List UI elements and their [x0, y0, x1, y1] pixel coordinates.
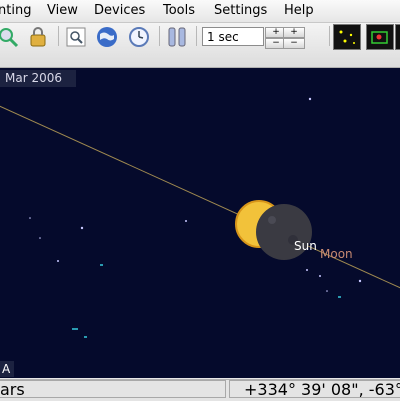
- stars-toggle-icon[interactable]: [333, 24, 361, 50]
- menu-help[interactable]: Help: [284, 3, 314, 18]
- timestep-field[interactable]: 1 sec: [202, 27, 264, 46]
- deep-sky-object: [84, 336, 87, 338]
- date-label: Mar 2006: [0, 70, 76, 87]
- find-object-icon[interactable]: [64, 25, 88, 49]
- star: [358, 279, 362, 283]
- toolbar-separator: [58, 26, 59, 46]
- star: [80, 226, 84, 230]
- globe-icon[interactable]: [95, 25, 119, 49]
- star: [319, 275, 321, 277]
- star: [57, 260, 59, 262]
- units-increase-button[interactable]: +: [283, 27, 305, 38]
- status-coordinates: +334° 39' 08", -63° 35: [229, 380, 400, 398]
- next-toolbar-icon[interactable]: [395, 24, 400, 50]
- menu-view[interactable]: View: [47, 3, 78, 18]
- moon-label: Moon: [320, 247, 353, 261]
- deep-sky-toggle-icon[interactable]: [366, 24, 394, 50]
- pause-icon[interactable]: [165, 25, 189, 49]
- star: [29, 217, 31, 219]
- menu-devices[interactable]: Devices: [94, 3, 145, 18]
- menu-tools[interactable]: Tools: [163, 3, 195, 18]
- star: [39, 237, 41, 239]
- lock-icon[interactable]: [26, 25, 50, 49]
- deep-sky-object: [72, 328, 78, 330]
- menu-pointing[interactable]: nting: [0, 3, 31, 18]
- sky-canvas: [0, 97, 400, 338]
- deep-sky-object: [338, 296, 341, 298]
- star: [308, 97, 312, 101]
- star: [185, 220, 187, 222]
- star: [306, 269, 308, 271]
- status-object-field: ars: [0, 380, 226, 399]
- toolbar-separator: [329, 26, 330, 46]
- toolbar-separator: [159, 26, 160, 46]
- units-decrease-button[interactable]: −: [283, 38, 305, 49]
- corner-label: A: [0, 361, 14, 377]
- menu-bar: nting View Devices Tools Settings Help: [0, 0, 400, 23]
- deep-sky-object: [100, 264, 103, 266]
- zoom-icon[interactable]: [0, 25, 20, 49]
- star: [326, 290, 328, 292]
- sun-label: Sun: [294, 239, 317, 253]
- toolbar-separator: [196, 26, 197, 46]
- sky-map[interactable]: [0, 68, 400, 378]
- moon-crater: [268, 216, 276, 224]
- menu-settings[interactable]: Settings: [214, 3, 267, 18]
- ecliptic-line: [0, 105, 400, 289]
- clock-icon[interactable]: [127, 25, 151, 49]
